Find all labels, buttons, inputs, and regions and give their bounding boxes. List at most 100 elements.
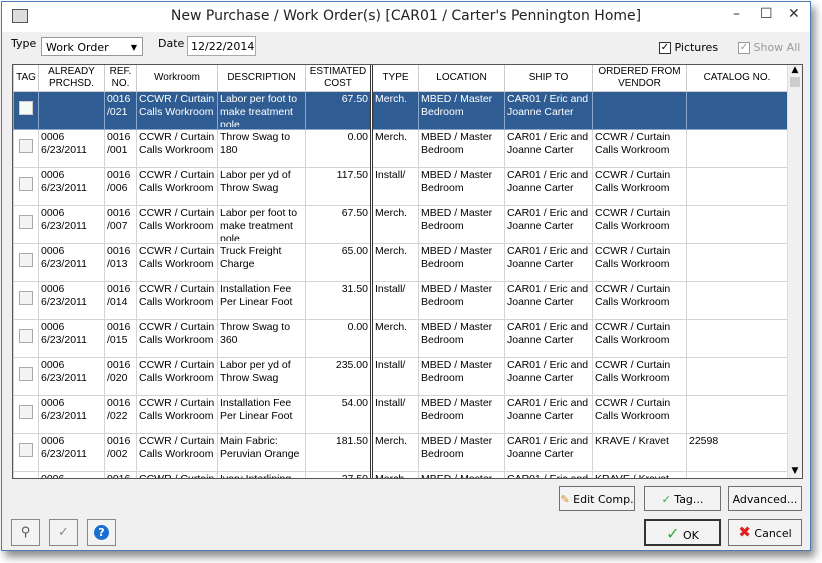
table-row[interactable]: 0006 6/23/2011 0016 /001 CCWR / Curtain Ca…	[13, 129, 788, 168]
column-header-type[interactable]: TYPE	[371, 65, 419, 92]
tag-checkbox[interactable]	[19, 253, 33, 267]
cell-text: Installation Fee Per Linear Foot	[220, 283, 293, 308]
magnifier-icon: ⚲	[20, 525, 31, 540]
cell-tag	[13, 129, 39, 168]
column-header-already-purchased[interactable]: ALREADY PRCHSD.	[38, 65, 105, 92]
cell-text: 67.50	[341, 93, 368, 105]
cell-estimated-cost: 0.00	[305, 319, 373, 358]
cell-text: CCWR / Curtain Calls Workroom	[595, 359, 671, 384]
tag-checkbox[interactable]	[19, 177, 33, 191]
edit-comp-button[interactable]: ✎ Edit Comp.	[559, 486, 635, 511]
cell-text: Install/	[375, 359, 406, 371]
cell-already-purchased: 0006 6/23/2011	[38, 357, 105, 396]
tag-checkbox[interactable]	[19, 215, 33, 229]
tag-checkbox[interactable]	[19, 101, 33, 115]
tag-checkbox[interactable]	[19, 367, 33, 381]
cell-catalog-no	[686, 395, 788, 434]
cell-location: MBED / Master Bedroom	[418, 167, 505, 206]
cell-text: MBED / Master Bedroom	[421, 283, 493, 308]
cell-text: CCWR / Curtain Calls Workroom	[139, 435, 215, 460]
table-row[interactable]: 0006 6/23/2011 0016 /004 CCWR / Curtain Ca…	[13, 471, 788, 479]
column-header-tag[interactable]: TAG	[13, 65, 39, 92]
cell-already-purchased: 0006 6/23/2011	[38, 129, 105, 168]
date-input[interactable]: 12/22/2014	[187, 36, 256, 56]
pictures-checkbox[interactable]: ✓ Pictures	[659, 41, 718, 54]
spellcheck-icon: ✓	[58, 525, 69, 540]
advanced-button[interactable]: Advanced...	[728, 486, 802, 511]
ok-button[interactable]: ✓ OK	[644, 519, 721, 546]
cell-location: MBED / Master Bedroom	[418, 433, 505, 472]
cell-tag	[13, 395, 39, 434]
tag-checkbox[interactable]	[19, 405, 33, 419]
cell-already-purchased: 0006 6/23/2011	[38, 205, 105, 244]
cell-text	[595, 93, 684, 127]
help-button[interactable]: ?	[87, 519, 116, 546]
cell-text	[689, 245, 785, 279]
column-header-catalog-no[interactable]: CATALOG NO.	[686, 65, 788, 92]
cell-text: Install/	[375, 169, 406, 181]
cell-text: MBED / Master Bedroom	[421, 169, 493, 194]
cell-catalog-no	[686, 129, 788, 168]
table-row[interactable]: 0006 6/23/2011 0016 /020 CCWR / Curtain Ca…	[13, 357, 788, 396]
scroll-down-icon[interactable]: ▼	[788, 466, 802, 476]
table-row[interactable]: 0016 /021 CCWR / Curtain Calls Workroom La…	[13, 91, 788, 130]
cell-text: CCWR / Curtain Calls Workroom	[139, 359, 215, 384]
vertical-scrollbar[interactable]: ▲ ▼	[787, 65, 802, 478]
column-header-workroom[interactable]: Workroom	[136, 65, 218, 92]
cell-text: 0006 6/23/2011	[41, 473, 65, 479]
search-button[interactable]: ⚲	[11, 519, 40, 546]
type-select[interactable]: Work Order ▼	[41, 37, 143, 56]
scroll-up-icon[interactable]: ▲	[788, 65, 802, 75]
ok-label: OK	[683, 529, 699, 542]
cell-catalog-no	[686, 167, 788, 206]
order-table: TAG ALREADY PRCHSD. REF. NO. Workroom DESCRI…	[13, 65, 788, 479]
spellcheck-button[interactable]: ✓	[49, 519, 78, 546]
cell-text	[689, 93, 785, 127]
cell-tag	[13, 319, 39, 358]
cell-text: CCWR / Curtain Calls Workroom	[595, 131, 671, 156]
tag-checkbox[interactable]	[19, 291, 33, 305]
minimize-button[interactable]: –	[733, 6, 740, 22]
cell-vendor: CCWR / Curtain Calls Workroom	[592, 167, 687, 206]
cell-text: CCWR / Curtain Calls Workroom	[139, 93, 215, 118]
table-row[interactable]: 0006 6/23/2011 0016 /022 CCWR / Curtain Ca…	[13, 395, 788, 434]
cell-vendor: CCWR / Curtain Calls Workroom	[592, 129, 687, 168]
cancel-button[interactable]: ✖ Cancel	[728, 519, 802, 546]
column-header-estimated-cost[interactable]: ESTIMATED COST	[305, 65, 373, 92]
cell-vendor	[592, 91, 687, 130]
table-row[interactable]: 0006 6/23/2011 0016 /013 CCWR / Curtain Ca…	[13, 243, 788, 282]
scroll-thumb[interactable]	[790, 77, 800, 87]
column-header-ref-no[interactable]: REF. NO.	[104, 65, 137, 92]
column-header-vendor[interactable]: ORDERED FROM VENDOR	[592, 65, 687, 92]
table-row[interactable]: 0006 6/23/2011 0016 /014 CCWR / Curtain Ca…	[13, 281, 788, 320]
cell-ref-no: 0016 /013	[104, 243, 137, 282]
table-row[interactable]: 0006 6/23/2011 0016 /006 CCWR / Curtain Ca…	[13, 167, 788, 206]
close-button[interactable]: ✕	[788, 6, 800, 22]
cell-text: 0016 /001	[107, 131, 131, 156]
column-header-ship-to[interactable]: SHIP TO	[504, 65, 593, 92]
tag-button[interactable]: ✓ Tag...	[644, 486, 721, 511]
cell-workroom: CCWR / Curtain Calls Workroom	[136, 433, 218, 472]
cell-text: 0.00	[347, 321, 368, 333]
cell-ref-no: 0016 /007	[104, 205, 137, 244]
maximize-button[interactable]: ☐	[760, 6, 773, 22]
column-header-description[interactable]: DESCRIPTION	[217, 65, 306, 92]
cell-vendor: CCWR / Curtain Calls Workroom	[592, 205, 687, 244]
table-row[interactable]: 0006 6/23/2011 0016 /007 CCWR / Curtain Ca…	[13, 205, 788, 244]
cell-tag	[13, 167, 39, 206]
cell-text: CAR01 / Eric and Joanne Carter	[507, 359, 589, 384]
table-row[interactable]: 0006 6/23/2011 0016 /015 CCWR / Curtain Ca…	[13, 319, 788, 358]
cell-text: Throw Swag to 360	[220, 321, 291, 346]
tag-checkbox[interactable]	[19, 139, 33, 153]
cell-text: 0006 6/23/2011	[41, 435, 87, 460]
cell-text: Merch.	[375, 473, 408, 479]
cell-text: KRAVE / Kravet	[595, 473, 669, 479]
tag-checkbox[interactable]	[19, 329, 33, 343]
tag-checkbox[interactable]	[19, 443, 33, 457]
column-header-location[interactable]: LOCATION	[418, 65, 505, 92]
cell-text: MBED / Master Bedroom	[421, 435, 493, 460]
cell-text	[689, 169, 785, 203]
cell-workroom: CCWR / Curtain Calls Workroom	[136, 281, 218, 320]
cell-estimated-cost: 67.50	[305, 91, 373, 130]
table-row[interactable]: 0006 6/23/2011 0016 /002 CCWR / Curtain Ca…	[13, 433, 788, 472]
